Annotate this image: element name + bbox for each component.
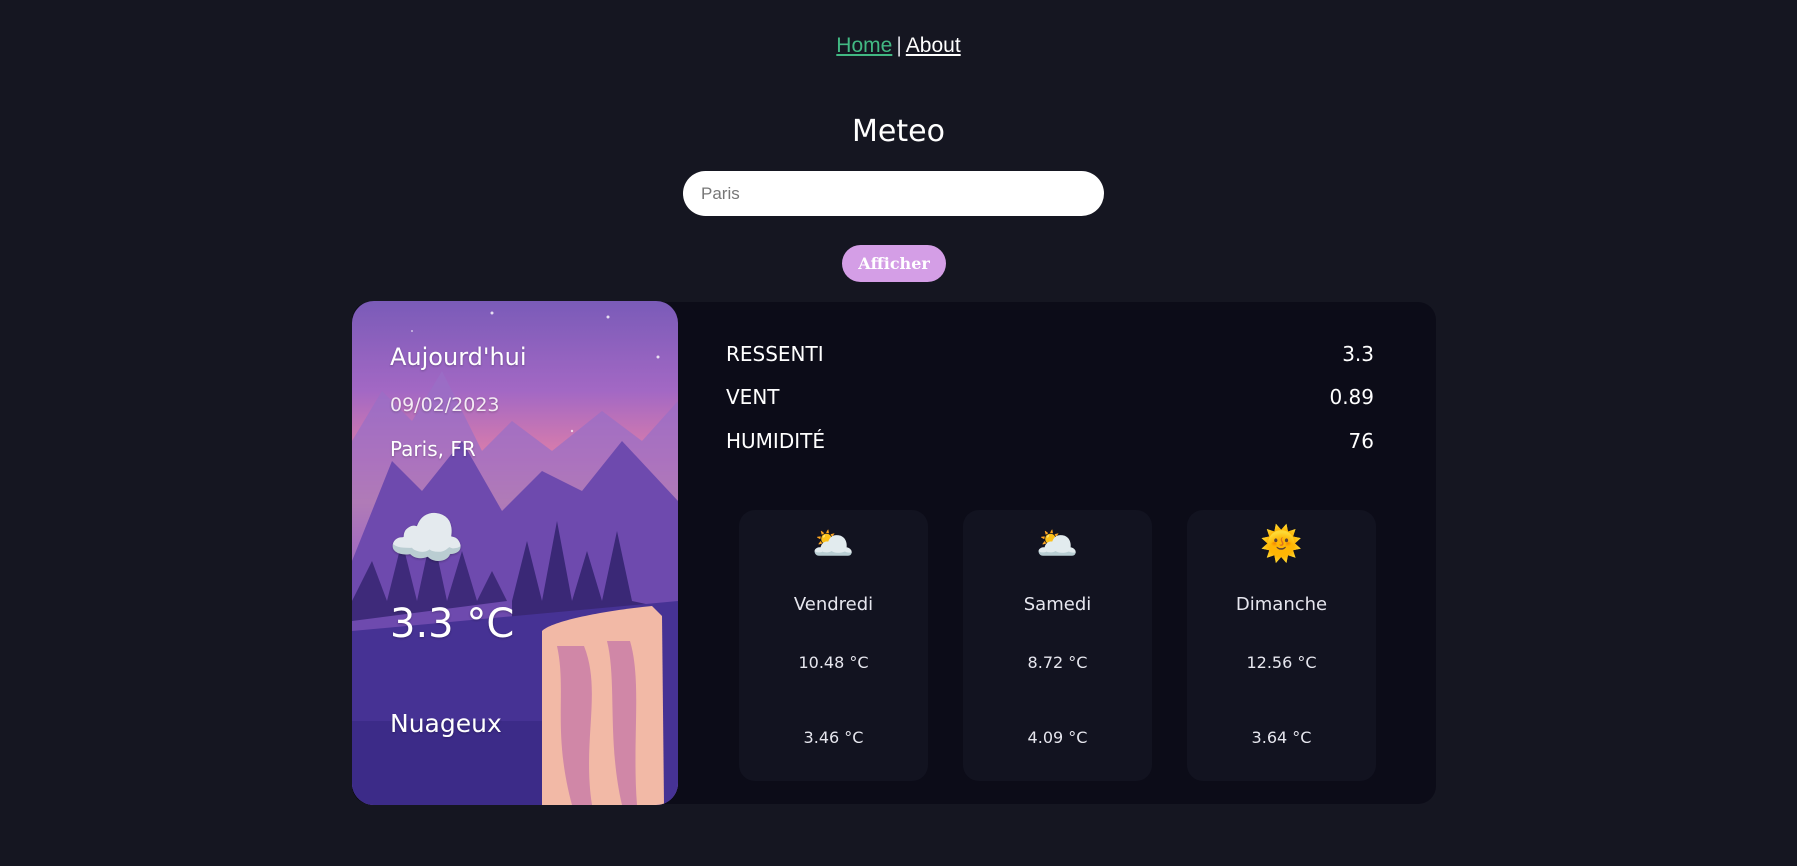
today-temperature: 3.3 °C [390, 601, 515, 647]
sun-icon: 🌞 [1260, 524, 1303, 564]
stat-label: HUMIDITÉ [726, 429, 825, 453]
cloudy-icon: 🌥️ [1036, 524, 1079, 564]
page-title: Meteo [852, 114, 945, 149]
forecast-min-temp: 3.46 °C [803, 728, 864, 747]
home-link[interactable]: Home [836, 34, 892, 57]
cloudy-icon: 🌥️ [812, 524, 855, 564]
today-day-label: Aujourd'hui [390, 343, 527, 371]
forecast-card-friday: 🌥️ Vendredi 10.48 °C 3.46 °C [739, 510, 928, 781]
today-description: Nuageux [390, 709, 502, 738]
stat-value: 0.89 [1329, 385, 1374, 409]
forecast-day: Vendredi [793, 594, 874, 615]
today-date: 09/02/2023 [390, 394, 500, 416]
forecast-max-temp: 12.56 °C [1246, 653, 1317, 672]
forecast-max-temp: 8.72 °C [1027, 653, 1088, 672]
today-city: Paris, FR [390, 437, 476, 461]
forecast-max-temp: 10.48 °C [798, 653, 869, 672]
cloudy-icon: ☁️ [388, 501, 466, 574]
stat-label: RESSENTI [726, 342, 824, 366]
nav-separator: | [896, 34, 902, 57]
forecast-card-saturday: 🌥️ Samedi 8.72 °C 4.09 °C [963, 510, 1152, 781]
about-link[interactable]: About [906, 34, 961, 57]
forecast-min-temp: 3.64 °C [1251, 728, 1312, 747]
stat-value: 76 [1348, 429, 1374, 453]
forecast-min-temp: 4.09 °C [1027, 728, 1088, 747]
page: Home|About Meteo Afficher Aujourd'hui 09… [0, 0, 1797, 866]
stat-value: 3.3 [1342, 342, 1374, 366]
today-card: Aujourd'hui 09/02/2023 Paris, FR ☁️ 3.3 … [352, 301, 678, 805]
top-nav: Home | About [0, 34, 1797, 58]
stat-label: VENT [726, 385, 780, 409]
forecast-card-sunday: 🌞 Dimanche 12.56 °C 3.64 °C [1187, 510, 1376, 781]
city-search-input[interactable] [683, 171, 1104, 216]
forecast-day: Samedi [1023, 594, 1092, 615]
forecast-day: Dimanche [1235, 594, 1328, 615]
show-weather-button[interactable]: Afficher [842, 245, 946, 282]
